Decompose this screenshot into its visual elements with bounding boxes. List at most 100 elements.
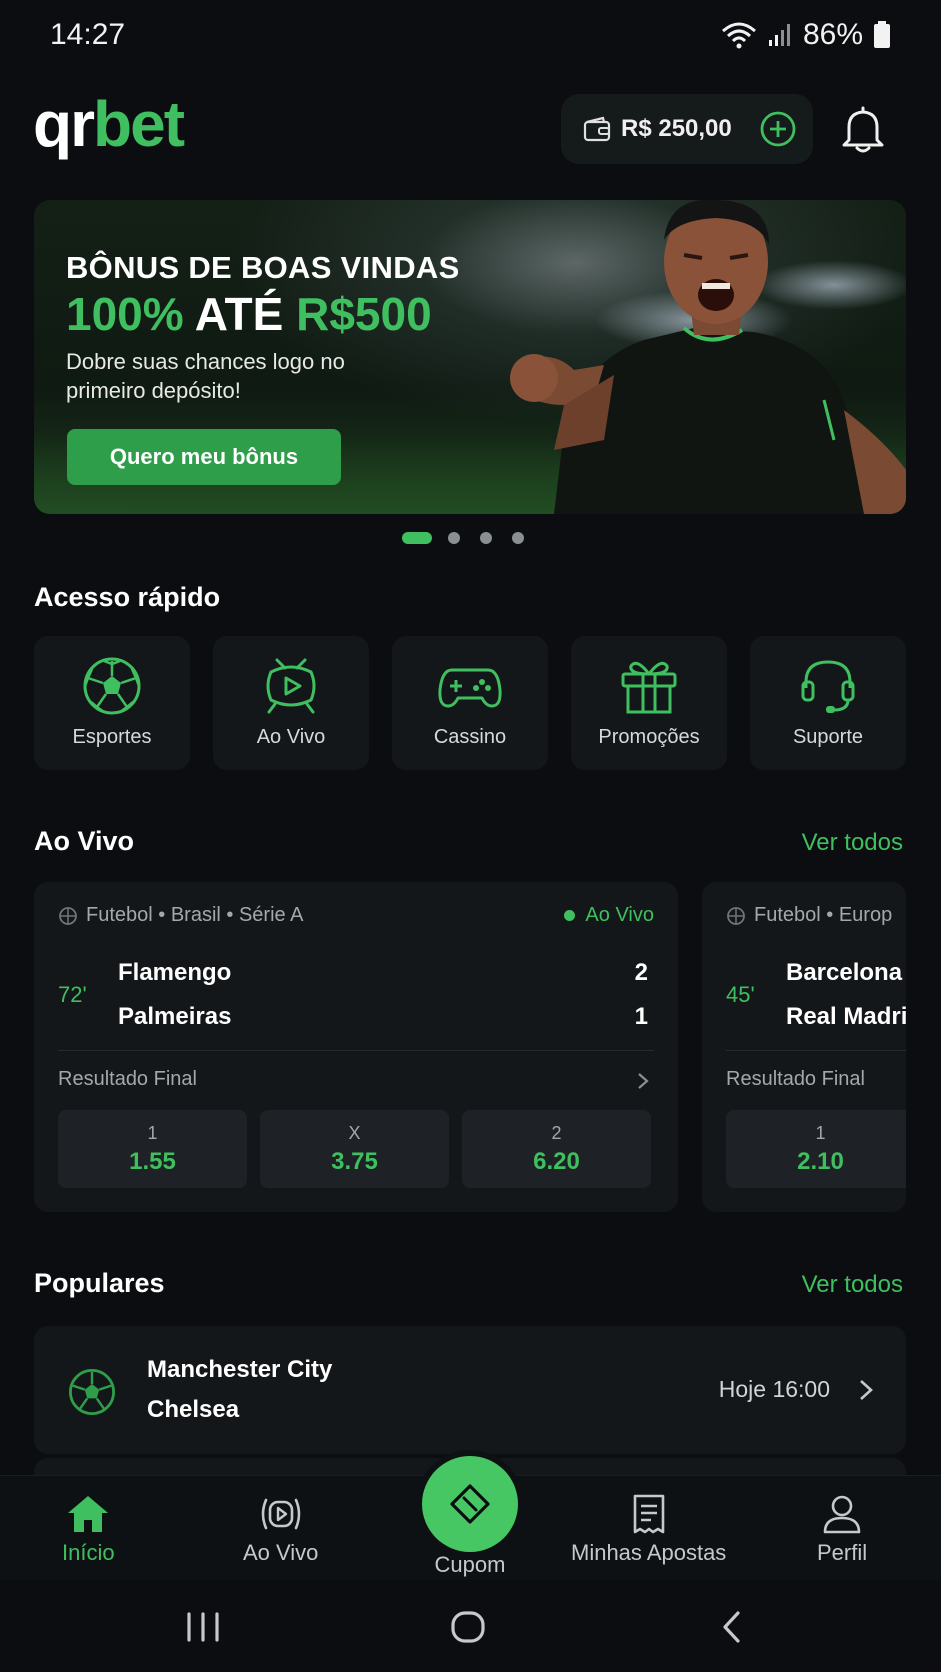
- odd-label: 1: [815, 1122, 826, 1143]
- match-time: Hoje 16:00: [718, 1376, 830, 1402]
- odds-row: 1 1.55 X 3.75 2 6.20: [58, 1110, 651, 1188]
- home-team: Flamengo: [118, 959, 232, 986]
- headline-amount: R$500: [296, 288, 432, 340]
- coupon-label: Cupom: [434, 1552, 506, 1577]
- coupon-fab-button[interactable]: [422, 1456, 518, 1552]
- wallet-icon: [583, 116, 611, 142]
- gift-icon: [621, 661, 677, 714]
- user-icon: [823, 1495, 861, 1534]
- away-team: Chelsea: [147, 1396, 240, 1423]
- quick-access-casino[interactable]: Cassino: [392, 636, 548, 770]
- match-meta: Futebol • Europ: [726, 904, 892, 927]
- banner-subtitle: Dobre suas chances logo no primeiro depó…: [66, 349, 345, 403]
- nav-label: Ao Vivo: [243, 1540, 319, 1565]
- battery-icon: [874, 21, 890, 48]
- odd-value: 3.75: [331, 1147, 378, 1175]
- live-status: Ao Vivo: [564, 904, 654, 927]
- live-section-title: Ao Vivo: [34, 826, 135, 856]
- home-score: 2: [634, 959, 648, 986]
- receipt-icon: [633, 1494, 664, 1534]
- notifications-bell-icon[interactable]: [838, 104, 888, 154]
- popular-match-card[interactable]: Manchester City Chelsea Hoje 16:00: [34, 1326, 906, 1454]
- odd-button-home[interactable]: 1 2.10: [726, 1110, 906, 1188]
- odd-button-draw[interactable]: X 3.75: [260, 1110, 449, 1188]
- brand-logo[interactable]: qrbet: [33, 92, 185, 156]
- popular-see-all-link[interactable]: Ver todos: [802, 1271, 903, 1299]
- carousel-indicator: [402, 532, 524, 544]
- popular-section-title: Populares: [34, 1268, 165, 1298]
- banner-title: BÔNUS DE BOAS VINDAS: [66, 250, 460, 285]
- match-meta: Futebol • Brasil • Série A: [58, 904, 303, 927]
- live-match-card[interactable]: Futebol • Brasil • Série A Ao Vivo 72' F…: [34, 882, 678, 1212]
- soccer-ball-icon: [69, 1369, 115, 1415]
- quick-access-support[interactable]: Suporte: [750, 636, 906, 770]
- quick-access-label: Esportes: [72, 726, 152, 748]
- logo-bet: bet: [93, 88, 185, 160]
- nav-label: Início: [62, 1540, 115, 1565]
- carousel-dot[interactable]: [512, 532, 524, 544]
- chevron-right-icon[interactable]: [636, 1072, 650, 1090]
- odd-label: 1: [147, 1122, 158, 1143]
- celebrating-player-image: [510, 200, 906, 514]
- quick-access-label: Ao Vivo: [256, 726, 326, 748]
- live-match-card[interactable]: Futebol • Europ 45' Barcelona Real Madri…: [702, 882, 906, 1212]
- logo-qr: qr: [33, 88, 95, 160]
- odds-row: 1 2.10: [726, 1110, 906, 1188]
- home-team: Manchester City: [147, 1356, 333, 1383]
- nav-label: Minhas Apostas: [571, 1540, 727, 1565]
- home-icon: [68, 1496, 109, 1532]
- match-minute: 45': [726, 982, 755, 1007]
- wallet-balance-button[interactable]: R$ 250,00: [561, 94, 813, 164]
- status-icons: 86%: [721, 18, 891, 52]
- odd-button-home[interactable]: 1 1.55: [58, 1110, 247, 1188]
- signal-icon: [768, 24, 790, 46]
- match-league: Futebol • Brasil • Série A: [86, 904, 304, 926]
- carousel-dot[interactable]: [448, 532, 460, 544]
- banner-headline: 100% ATÉ R$500: [66, 290, 460, 338]
- odd-value: 1.55: [129, 1147, 176, 1175]
- market-name: Resultado Final: [726, 1068, 865, 1090]
- home-team: Barcelona: [786, 959, 903, 986]
- quick-access-promotions[interactable]: Promoções: [571, 636, 727, 770]
- nav-profile[interactable]: Perfil: [817, 1494, 867, 1566]
- carousel-dot-active[interactable]: [402, 532, 432, 544]
- match-minute: 72': [58, 982, 87, 1007]
- soccer-icon: [59, 906, 77, 925]
- nav-my-bets[interactable]: Minhas Apostas: [571, 1494, 726, 1566]
- quick-access-row: Esportes Ao Vivo Cassino Promoções Supor…: [34, 636, 906, 770]
- headset-icon: [801, 660, 855, 713]
- quick-access-label: Cassino: [433, 726, 507, 748]
- quick-access-live[interactable]: Ao Vivo: [213, 636, 369, 770]
- market-name: Resultado Final: [58, 1068, 197, 1090]
- promo-banner[interactable]: BÔNUS DE BOAS VINDAS 100% ATÉ R$500 Dobr…: [34, 200, 906, 514]
- nav-home[interactable]: Início: [62, 1494, 115, 1566]
- ticket-icon: [450, 1484, 490, 1524]
- headline-until: ATÉ: [183, 288, 297, 340]
- banner-text: BÔNUS DE BOAS VINDAS 100% ATÉ R$500 Dobr…: [66, 250, 460, 405]
- away-team: Real Madri: [786, 1003, 906, 1030]
- odd-label: 2: [551, 1122, 562, 1143]
- away-team: Palmeiras: [118, 1003, 232, 1030]
- claim-bonus-button[interactable]: Quero meu bônus: [67, 429, 341, 485]
- home-circle-icon[interactable]: [449, 1610, 487, 1644]
- live-tv-icon: [266, 658, 316, 714]
- soccer-ball-icon: [83, 657, 141, 715]
- live-see-all-link[interactable]: Ver todos: [802, 829, 903, 857]
- quick-access-label: Promoções: [598, 726, 700, 748]
- carousel-dot[interactable]: [480, 532, 492, 544]
- soccer-icon: [727, 906, 745, 925]
- odd-value: 2.10: [797, 1147, 844, 1175]
- quick-access-sports[interactable]: Esportes: [34, 636, 190, 770]
- live-dot: [564, 910, 576, 921]
- battery-percent: 86%: [802, 18, 863, 51]
- add-funds-icon[interactable]: [759, 110, 797, 148]
- back-icon[interactable]: [718, 1610, 744, 1644]
- live-broadcast-icon: [261, 1498, 301, 1530]
- nav-live[interactable]: Ao Vivo: [243, 1494, 318, 1566]
- recent-apps-icon[interactable]: [183, 1610, 223, 1644]
- nav-label: Perfil: [817, 1540, 868, 1565]
- gamepad-icon: [438, 668, 502, 708]
- away-score: 1: [634, 1003, 648, 1030]
- chevron-right-icon[interactable]: [858, 1378, 874, 1402]
- odd-button-away[interactable]: 2 6.20: [462, 1110, 651, 1188]
